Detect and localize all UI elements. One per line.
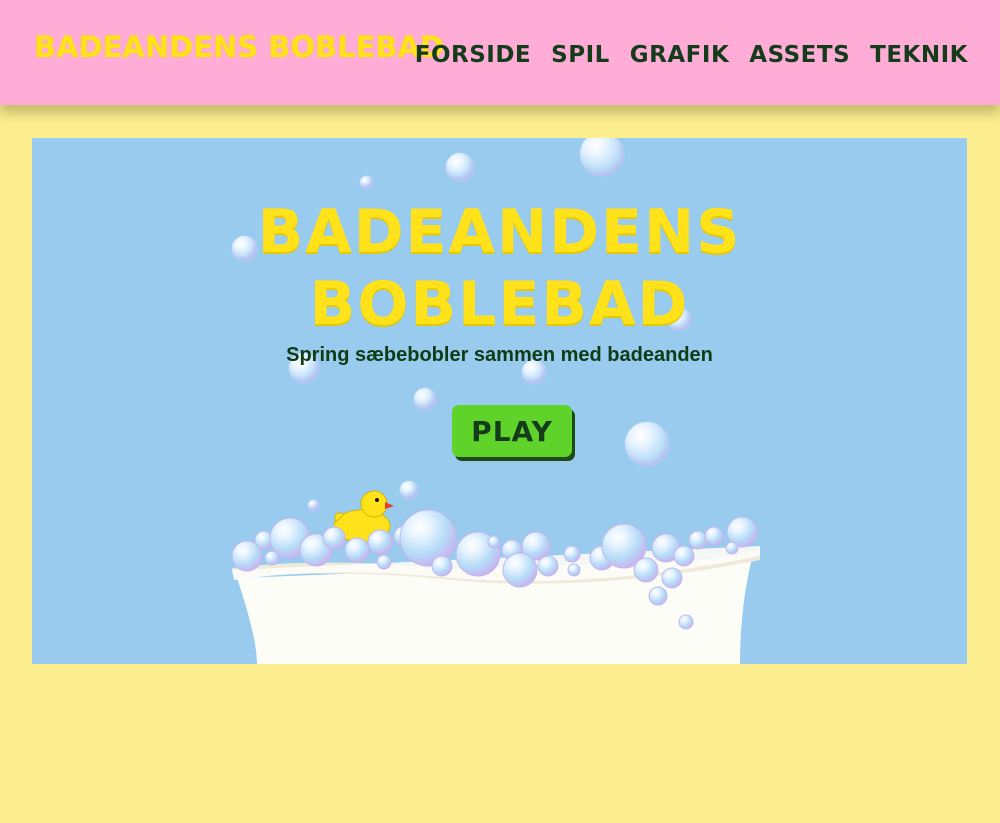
bathtub-illustration (231, 490, 760, 664)
game-start-screen: BADEANDENS BOBLEBAD Spring sæbebobler sa… (32, 138, 967, 664)
main-nav: FORSIDE SPIL GRAFIK ASSETS TEKNIK (415, 42, 968, 68)
nav-item-teknik[interactable]: TEKNIK (870, 42, 968, 68)
nav-item-forside[interactable]: FORSIDE (415, 42, 531, 68)
site-logo[interactable]: BADEANDENS BOBLEBAD (34, 30, 444, 64)
nav-item-spil[interactable]: SPIL (551, 42, 610, 68)
nav-item-grafik[interactable]: GRAFIK (630, 42, 729, 68)
nav-item-assets[interactable]: ASSETS (749, 42, 850, 68)
top-navigation-bar: BADEANDENS BOBLEBAD FORSIDE SPIL GRAFIK … (0, 0, 1000, 105)
